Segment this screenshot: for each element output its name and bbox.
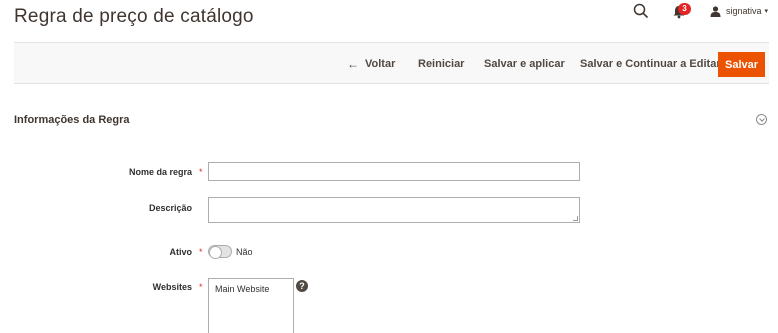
notification-count-badge: 3: [677, 3, 691, 15]
help-icon[interactable]: ?: [296, 280, 308, 292]
active-toggle-state: Não: [236, 247, 253, 257]
header-actions: 3 signativa ▾: [633, 2, 768, 20]
back-button-label: Voltar: [365, 58, 396, 70]
websites-label: Websites: [152, 282, 192, 292]
section-title-rule-info[interactable]: Informações da Regra: [14, 114, 130, 126]
rule-name-label: Nome da regra: [128, 167, 192, 177]
reset-button[interactable]: Reiniciar: [418, 43, 464, 85]
page-actions-bar: ← Voltar Reiniciar Salvar e aplicar Salv…: [14, 42, 769, 84]
websites-multiselect[interactable]: Main Website: [208, 278, 294, 333]
page-title: Regra de preço de catálogo: [14, 6, 254, 27]
websites-option[interactable]: Main Website: [209, 279, 293, 294]
chevron-down-icon: ▾: [764, 8, 768, 15]
user-icon: [710, 5, 721, 17]
user-menu[interactable]: signativa ▾: [710, 5, 768, 17]
rule-name-input[interactable]: [208, 162, 580, 181]
description-textarea[interactable]: [208, 197, 580, 223]
chevron-up-circle-icon[interactable]: [756, 114, 767, 125]
description-label: Descrição: [148, 203, 192, 213]
back-button[interactable]: ← Voltar: [347, 43, 395, 85]
search-icon[interactable]: [633, 3, 649, 19]
save-and-continue-button[interactable]: Salvar e Continuar a Editar: [580, 43, 721, 85]
required-marker: *: [199, 282, 203, 292]
required-marker: *: [199, 247, 203, 257]
save-and-apply-button[interactable]: Salvar e aplicar: [484, 43, 565, 85]
arrow-left-icon: ←: [347, 57, 359, 71]
user-name: signativa: [725, 6, 762, 16]
notifications-button[interactable]: 3: [672, 3, 691, 19]
save-button[interactable]: Salvar: [718, 52, 765, 77]
active-label: Ativo: [169, 247, 193, 257]
required-marker: *: [199, 167, 203, 177]
active-toggle[interactable]: [208, 245, 232, 259]
